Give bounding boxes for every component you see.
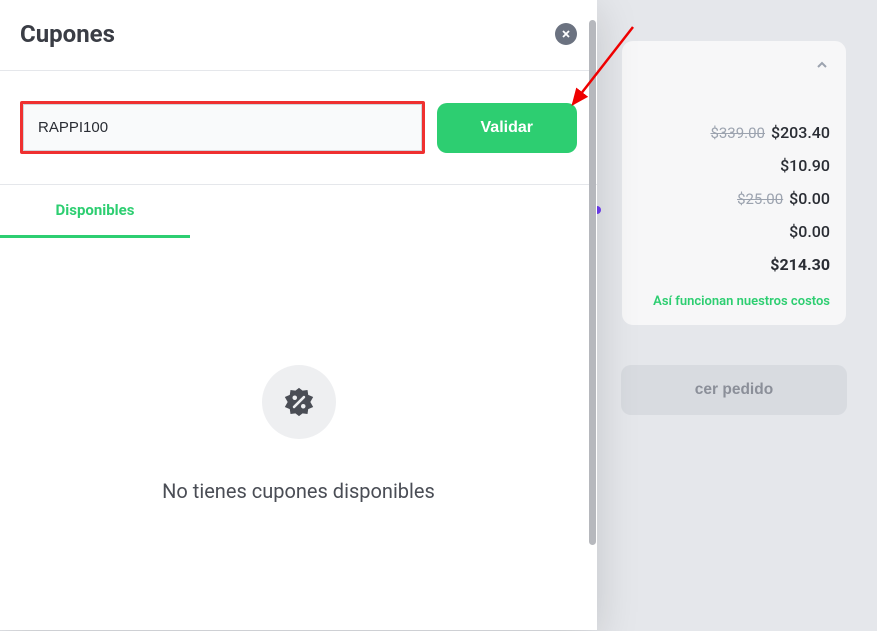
costs-explain-link[interactable]: Así funcionan nuestros costos (638, 294, 830, 309)
coupons-modal: Cupones Validar Disponibles No tienes cu… (0, 0, 597, 630)
scrollbar[interactable] (589, 20, 596, 565)
price-old: $25.00 (737, 190, 783, 208)
price-current: $203.40 (771, 123, 830, 142)
close-icon (560, 28, 572, 40)
empty-state: No tienes cupones disponibles (0, 238, 597, 630)
price-row-subtotal: $339.00 $203.40 (638, 123, 830, 142)
percent-coupon-icon (282, 385, 316, 419)
empty-icon-badge (262, 365, 336, 439)
validate-button[interactable]: Validar (437, 103, 577, 153)
scrollbar-thumb[interactable] (589, 20, 596, 545)
price-row-total: $214.30 (638, 255, 830, 274)
order-summary-panel: $339.00 $203.40 $10.90 $25.00 $0.00 $0.0… (621, 40, 847, 326)
close-button[interactable] (555, 23, 577, 45)
modal-title: Cupones (20, 20, 115, 48)
coupon-input-highlight (20, 101, 425, 154)
price-row-delivery: $25.00 $0.00 (638, 189, 830, 208)
price-row-fee: $10.90 (638, 156, 830, 175)
coupon-input[interactable] (23, 104, 422, 151)
tabs-row: Disponibles (0, 184, 597, 238)
price-total: $214.30 (770, 255, 830, 274)
price-row-service: $0.00 (638, 222, 830, 241)
place-order-button[interactable]: cer pedido (621, 365, 847, 415)
price-old: $339.00 (710, 124, 765, 142)
price-current: $10.90 (780, 156, 830, 175)
empty-message: No tienes cupones disponibles (162, 479, 435, 503)
price-current: $0.00 (789, 222, 830, 241)
coupon-input-row: Validar (0, 71, 597, 184)
collapse-row[interactable] (638, 57, 830, 73)
modal-header: Cupones (0, 0, 597, 71)
tab-available[interactable]: Disponibles (0, 185, 190, 238)
price-current: $0.00 (789, 189, 830, 208)
chevron-up-icon (814, 57, 830, 73)
